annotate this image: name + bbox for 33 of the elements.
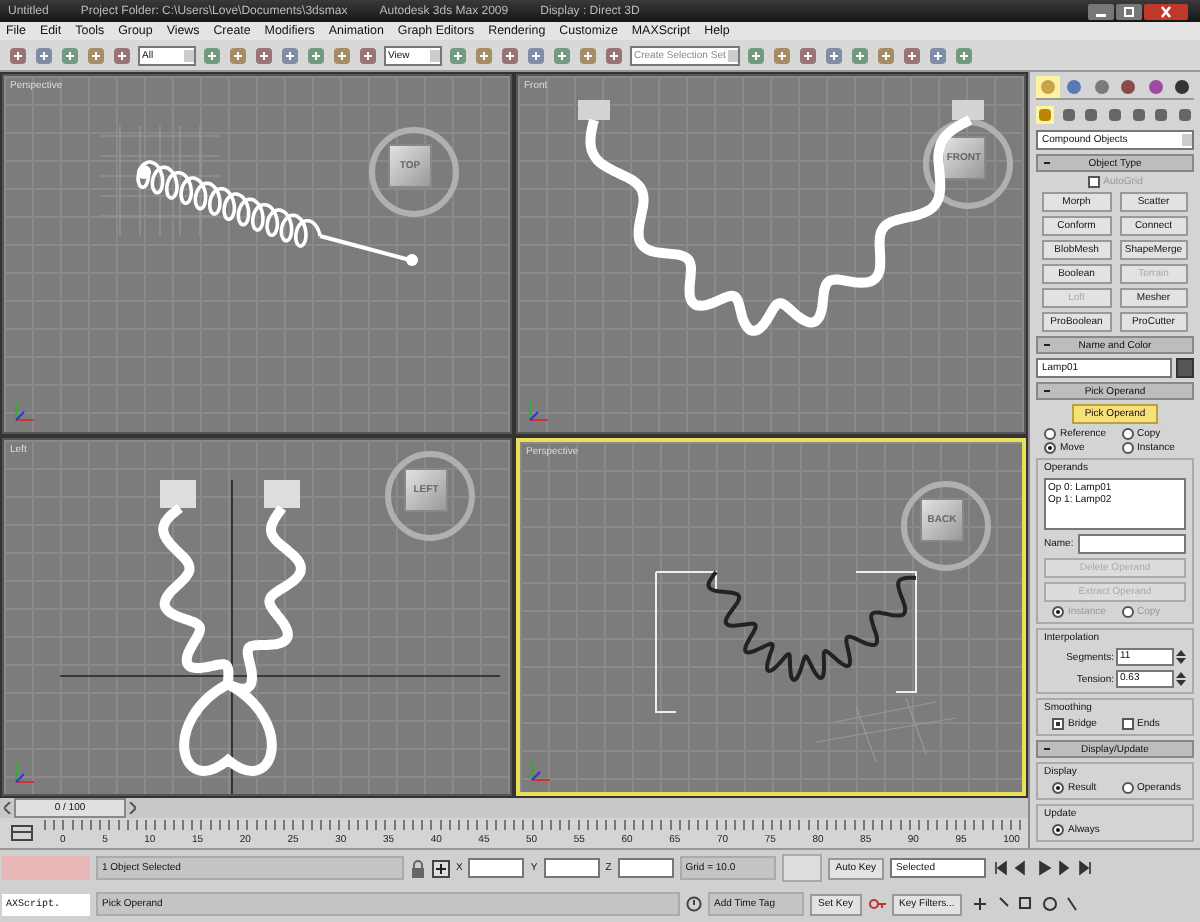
- radio-icon[interactable]: [1121, 428, 1133, 440]
- spinner-arrows-icon[interactable]: [1176, 648, 1186, 666]
- radio-icon[interactable]: [1052, 782, 1064, 794]
- radio-icon[interactable]: [1052, 824, 1064, 836]
- operand-name-field[interactable]: [1077, 534, 1186, 554]
- view-cube-ring-icon[interactable]: [384, 449, 476, 541]
- lock-icon[interactable]: [410, 859, 426, 877]
- radio-icon[interactable]: [1121, 442, 1133, 454]
- previous-frame-icon[interactable]: [4, 802, 12, 814]
- maximize-button[interactable]: [1116, 3, 1142, 19]
- close-button[interactable]: [1144, 3, 1188, 19]
- checkbox-icon[interactable]: [1121, 718, 1133, 730]
- next-frame-icon[interactable]: [128, 802, 136, 814]
- radio-icon[interactable]: [1044, 442, 1056, 454]
- coordinate-field[interactable]: [617, 858, 674, 878]
- view-cube-ring-icon[interactable]: [922, 118, 1014, 210]
- coordinate-field[interactable]: [468, 858, 525, 878]
- coordinate-field[interactable]: [543, 858, 600, 878]
- time-tag-icon[interactable]: [686, 896, 702, 912]
- view-cube-ring-icon[interactable]: [368, 126, 460, 218]
- absolute-mode-icon[interactable]: [432, 859, 450, 877]
- axis-tripod-icon: [12, 758, 40, 786]
- radio-icon[interactable]: [1044, 428, 1056, 440]
- listener-field[interactable]: [2, 856, 90, 880]
- axis-tripod-icon: [528, 756, 556, 784]
- radio-icon[interactable]: [1121, 782, 1133, 794]
- track-bar-icon[interactable]: [8, 821, 36, 845]
- minimize-button[interactable]: [1088, 3, 1114, 19]
- spinner-arrows-icon[interactable]: [1176, 670, 1186, 688]
- key-icon[interactable]: [867, 895, 886, 913]
- object-color-swatch[interactable]: [1176, 358, 1194, 378]
- checkbox-icon[interactable]: [1052, 718, 1064, 730]
- view-cube-ring-icon[interactable]: [900, 479, 992, 571]
